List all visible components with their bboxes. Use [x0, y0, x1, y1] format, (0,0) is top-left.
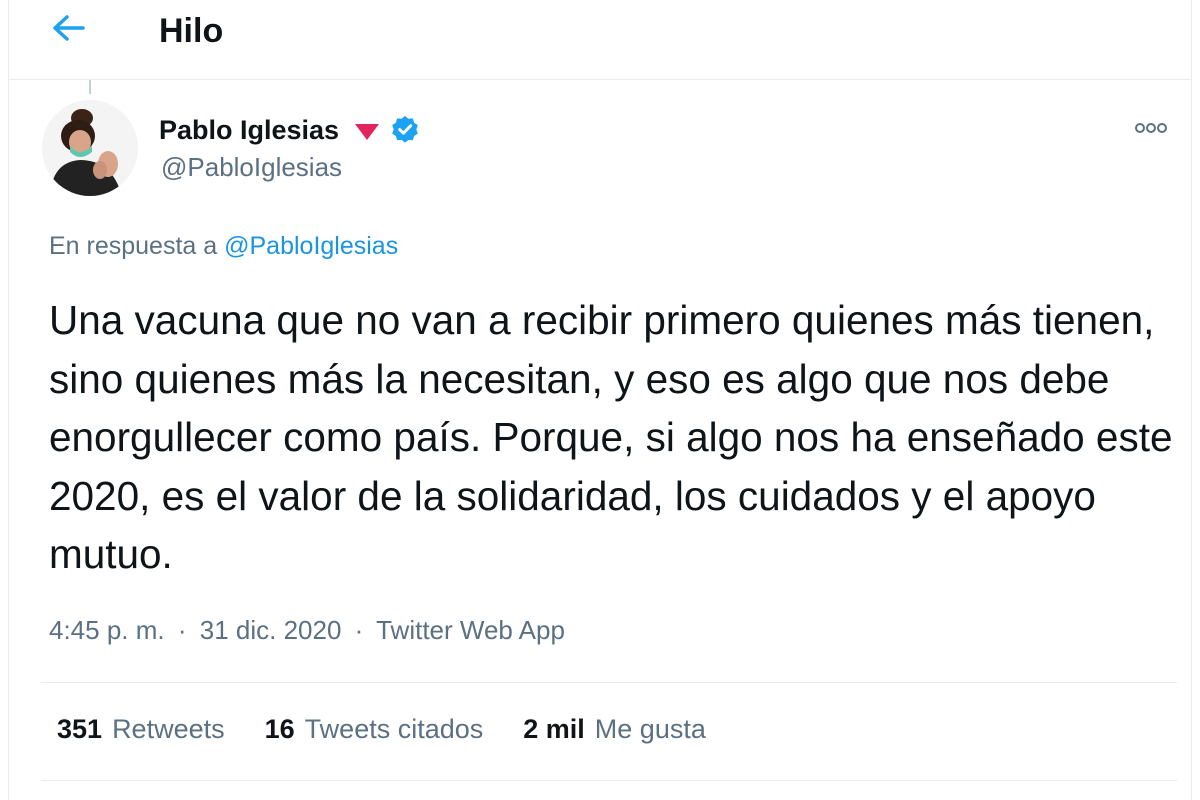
tweet-thread-page: Hilo Pablo Iglesias @PabloIglesias En re…: [8, 0, 1192, 800]
rose-icon: [355, 124, 380, 140]
tweet-text: Una vacuna que no van a recibir primero …: [49, 297, 1173, 577]
verified-badge-icon: [389, 114, 421, 146]
reply-to-prefix: En respuesta a: [49, 232, 218, 260]
back-button[interactable]: [47, 8, 91, 52]
page-header: Hilo: [9, 0, 1191, 80]
tweet-time[interactable]: 4:45 p. m.: [49, 615, 165, 645]
avatar[interactable]: [42, 100, 138, 196]
stat-count: 2 mil: [523, 714, 585, 744]
tweet-stats: 351 Retweets 16 Tweets citados 2 mil Me …: [57, 714, 746, 745]
page-title: Hilo: [159, 12, 224, 50]
divider: [41, 780, 1177, 781]
more-dots-icon: [1134, 121, 1168, 139]
meta-separator: ·: [354, 615, 364, 645]
stat-label: Tweets citados: [304, 714, 484, 744]
stat-label: Retweets: [112, 714, 225, 744]
more-options-button[interactable]: [1129, 112, 1173, 148]
stat-likes[interactable]: 2 mil Me gusta: [523, 714, 706, 745]
stat-count: 16: [264, 714, 295, 744]
stat-count: 351: [57, 714, 103, 744]
thread-connector-line: [89, 80, 91, 94]
stat-label: Me gusta: [594, 714, 706, 744]
reply-to-line: En respuesta a @PabloIglesias: [49, 232, 398, 261]
stat-quote-tweets[interactable]: 16 Tweets citados: [265, 714, 484, 745]
author-name-row: Pablo Iglesias: [159, 112, 421, 148]
reply-to-mention-link[interactable]: @PabloIglesias: [224, 232, 398, 260]
stat-retweets[interactable]: 351 Retweets: [57, 714, 225, 745]
tweet-metadata: 4:45 p. m. · 31 dic. 2020 · Twitter Web …: [49, 615, 565, 646]
tweet-date[interactable]: 31 dic. 2020: [200, 615, 342, 645]
divider: [41, 682, 1177, 683]
author-name[interactable]: Pablo Iglesias: [159, 115, 339, 146]
author-handle[interactable]: @PabloIglesias: [161, 152, 342, 183]
arrow-left-icon: [51, 13, 87, 48]
tweet-source-link[interactable]: Twitter Web App: [376, 615, 565, 645]
meta-separator: ·: [177, 615, 187, 645]
